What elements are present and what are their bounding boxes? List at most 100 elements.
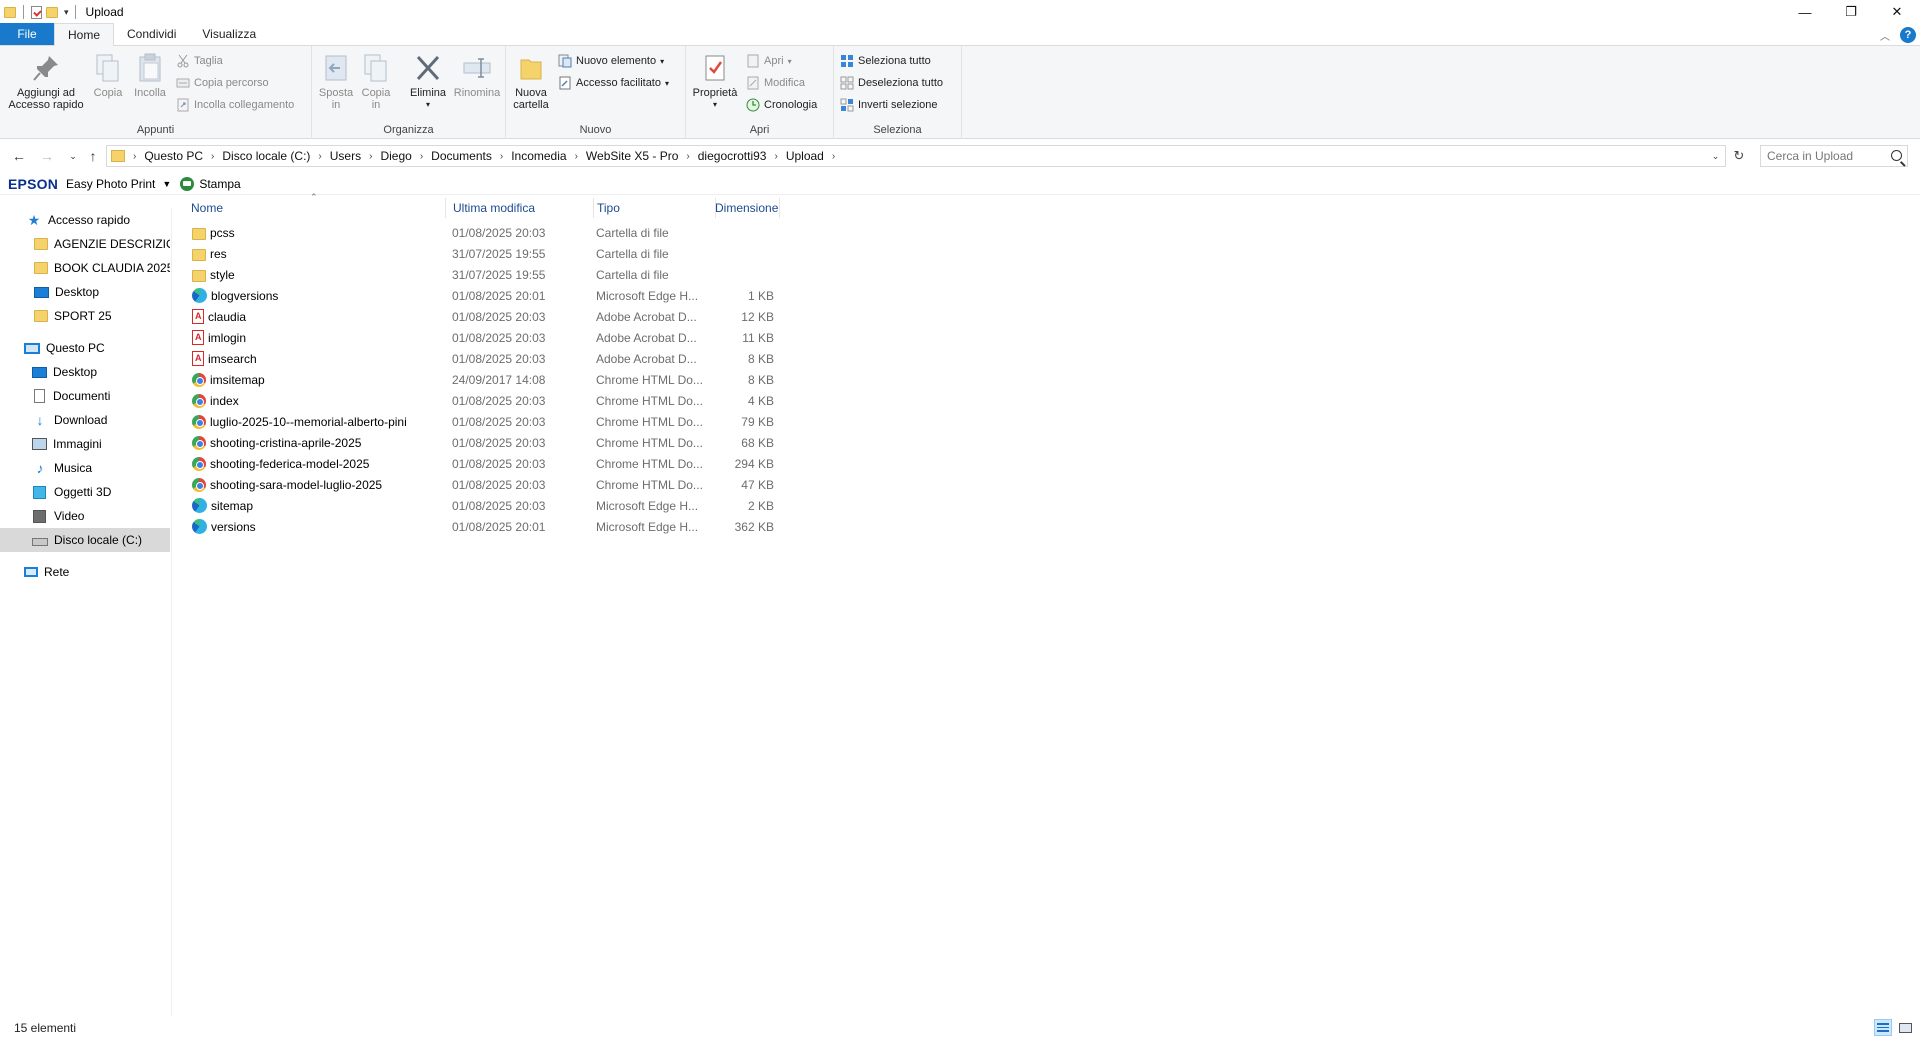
tab-file[interactable]: File bbox=[0, 23, 54, 45]
breadcrumb-item[interactable]: Documents bbox=[427, 149, 496, 163]
edit-button[interactable]: Modifica bbox=[746, 74, 805, 92]
file-row[interactable]: shooting-sara-model-luglio-2025 01/08/202… bbox=[190, 474, 790, 495]
invert-selection-button[interactable]: Inverti selezione bbox=[840, 96, 938, 114]
nav-item-video[interactable]: Video bbox=[0, 504, 170, 528]
file-row[interactable]: style 31/07/2025 19:55 Cartella di file bbox=[190, 264, 790, 285]
column-header-name[interactable]: Nome bbox=[190, 198, 446, 218]
file-row[interactable]: blogversions 01/08/2025 20:01 Microsoft Ed… bbox=[190, 285, 790, 306]
file-row[interactable]: sitemap 01/08/2025 20:03 Microsoft Edge H.… bbox=[190, 495, 790, 516]
properties-button[interactable]: Proprietà ▾ bbox=[692, 52, 738, 111]
breadcrumb-item[interactable]: Questo PC bbox=[140, 149, 207, 163]
recent-locations-button[interactable]: ⌄ bbox=[62, 145, 84, 167]
breadcrumb-item[interactable]: Incomedia bbox=[507, 149, 570, 163]
pin-quick-access-button[interactable]: Aggiungi ad Accesso rapido bbox=[6, 52, 86, 111]
rename-button[interactable]: Rinomina bbox=[452, 52, 502, 99]
chevron-right-icon[interactable]: › bbox=[571, 151, 582, 162]
easy-access-button[interactable]: Accesso facilitato ▾ bbox=[558, 74, 669, 92]
nav-item-desktop[interactable]: Desktop bbox=[0, 360, 170, 384]
delete-button[interactable]: Elimina ▾ bbox=[408, 52, 448, 111]
chevron-right-icon[interactable]: › bbox=[365, 151, 376, 162]
chevron-down-icon[interactable]: ▼ bbox=[162, 179, 171, 189]
forward-button[interactable]: → bbox=[36, 145, 58, 167]
chevron-right-icon[interactable]: › bbox=[129, 151, 140, 162]
details-view-button[interactable] bbox=[1874, 1019, 1892, 1036]
select-all-button[interactable]: Seleziona tutto bbox=[840, 52, 931, 70]
nav-item-desktop-quick[interactable]: Desktop bbox=[0, 280, 170, 304]
nav-item-book-claudia[interactable]: BOOK CLAUDIA 2025 2 bbox=[0, 256, 170, 280]
restore-button[interactable]: ❐ bbox=[1828, 0, 1874, 24]
tab-condividi[interactable]: Condividi bbox=[114, 23, 189, 45]
chevron-right-icon[interactable]: › bbox=[207, 151, 218, 162]
new-item-button[interactable]: Nuovo elemento ▾ bbox=[558, 52, 664, 70]
new-folder-button[interactable]: Nuova cartella bbox=[512, 52, 550, 111]
chevron-right-icon[interactable]: › bbox=[682, 151, 693, 162]
nav-item-agenzie[interactable]: AGENZIE DESCRIZION bbox=[0, 232, 170, 256]
easy-photo-print-button[interactable]: Easy Photo Print bbox=[66, 177, 155, 191]
chevron-right-icon[interactable]: › bbox=[770, 151, 781, 162]
nav-item-local-disk[interactable]: Disco locale (C:) bbox=[0, 528, 170, 552]
nav-item-images[interactable]: Immagini bbox=[0, 432, 170, 456]
up-button[interactable]: ↑ bbox=[82, 145, 104, 167]
nav-item-documents[interactable]: Documenti bbox=[0, 384, 170, 408]
copy-button[interactable]: Copia bbox=[90, 52, 126, 99]
nav-item-download[interactable]: ↓ Download bbox=[0, 408, 170, 432]
breadcrumb-item[interactable]: Diego bbox=[376, 149, 415, 163]
copy-path-button[interactable]: Copia percorso bbox=[176, 74, 269, 92]
file-row[interactable]: imsearch 01/08/2025 20:03 Adobe Acrobat D.… bbox=[190, 348, 790, 369]
refresh-button[interactable]: ↻ bbox=[1729, 146, 1749, 166]
file-row[interactable]: res 31/07/2025 19:55 Cartella di file bbox=[190, 243, 790, 264]
new-folder-icon[interactable] bbox=[46, 6, 58, 18]
file-row[interactable]: claudia 01/08/2025 20:03 Adobe Acrobat D..… bbox=[190, 306, 790, 327]
chevron-down-icon[interactable]: ▾ bbox=[426, 99, 430, 111]
chevron-down-icon[interactable]: ▾ bbox=[713, 99, 717, 111]
cut-button[interactable]: Taglia bbox=[176, 52, 223, 70]
chevron-right-icon[interactable]: › bbox=[314, 151, 325, 162]
history-button[interactable]: Cronologia bbox=[746, 96, 817, 114]
move-to-button[interactable]: Sposta in bbox=[318, 52, 354, 111]
collapse-ribbon-icon[interactable]: ︿ bbox=[1880, 28, 1890, 43]
large-icons-view-button[interactable] bbox=[1896, 1019, 1914, 1036]
breadcrumb-item[interactable]: Upload bbox=[782, 149, 828, 163]
column-header-size[interactable]: Dimensione bbox=[714, 198, 780, 218]
breadcrumb-item[interactable]: Disco locale (C:) bbox=[218, 149, 314, 163]
minimize-button[interactable]: — bbox=[1782, 0, 1828, 24]
chevron-down-icon[interactable]: ⌄ bbox=[1705, 146, 1725, 166]
file-row[interactable]: versions 01/08/2025 20:01 Microsoft Edge H… bbox=[190, 516, 790, 537]
file-row[interactable]: index 01/08/2025 20:03 Chrome HTML Do... 4 … bbox=[190, 390, 790, 411]
file-row[interactable]: shooting-cristina-aprile-2025 01/08/2025 … bbox=[190, 432, 790, 453]
breadcrumb-item[interactable]: WebSite X5 - Pro bbox=[582, 149, 682, 163]
column-header-modified[interactable]: Ultima modifica bbox=[452, 198, 594, 218]
chevron-right-icon[interactable]: › bbox=[496, 151, 507, 162]
breadcrumb-item[interactable]: Users bbox=[326, 149, 365, 163]
copy-to-button[interactable]: Copia in bbox=[358, 52, 394, 111]
open-button[interactable]: Apri ▾ bbox=[746, 52, 792, 70]
breadcrumb-item[interactable]: diegocrotti93 bbox=[694, 149, 771, 163]
close-button[interactable]: ✕ bbox=[1874, 0, 1920, 24]
nav-item-this-pc[interactable]: Questo PC bbox=[0, 336, 170, 360]
nav-item-music[interactable]: ♪ Musica bbox=[0, 456, 170, 480]
file-row[interactable]: imlogin 01/08/2025 20:03 Adobe Acrobat D..… bbox=[190, 327, 790, 348]
nav-item-3d-objects[interactable]: Oggetti 3D bbox=[0, 480, 170, 504]
file-row[interactable]: shooting-federica-model-2025 01/08/2025 2… bbox=[190, 453, 790, 474]
file-row[interactable]: luglio-2025-10--memorial-alberto-pini 01/… bbox=[190, 411, 790, 432]
properties-icon[interactable] bbox=[31, 5, 42, 19]
nav-item-network[interactable]: Rete bbox=[0, 560, 170, 584]
paste-button[interactable]: Incolla bbox=[130, 52, 170, 99]
nav-item-quick-access[interactable]: ★ Accesso rapido bbox=[0, 208, 170, 232]
back-button[interactable]: ← bbox=[8, 145, 30, 167]
chevron-down-icon[interactable]: ▾ bbox=[64, 7, 69, 18]
search-input[interactable]: Cerca in Upload bbox=[1760, 145, 1908, 167]
tab-home[interactable]: Home bbox=[54, 23, 115, 46]
tab-visualizza[interactable]: Visualizza bbox=[189, 23, 269, 45]
paste-shortcut-button[interactable]: Incolla collegamento bbox=[176, 96, 294, 114]
chevron-right-icon[interactable]: › bbox=[828, 151, 839, 162]
deselect-all-button[interactable]: Deseleziona tutto bbox=[840, 74, 943, 92]
column-header-type[interactable]: Tipo bbox=[596, 198, 716, 218]
file-row[interactable]: imsitemap 24/09/2017 14:08 Chrome HTML Do.… bbox=[190, 369, 790, 390]
nav-item-sport[interactable]: SPORT 25 bbox=[0, 304, 170, 328]
chevron-right-icon[interactable]: › bbox=[416, 151, 427, 162]
file-row[interactable]: pcss 01/08/2025 20:03 Cartella di file bbox=[190, 222, 790, 243]
address-bar[interactable]: › Questo PC › Disco locale (C:) › Users … bbox=[106, 145, 1726, 167]
help-icon[interactable]: ? bbox=[1900, 27, 1916, 43]
print-button[interactable]: Stampa bbox=[199, 177, 240, 191]
